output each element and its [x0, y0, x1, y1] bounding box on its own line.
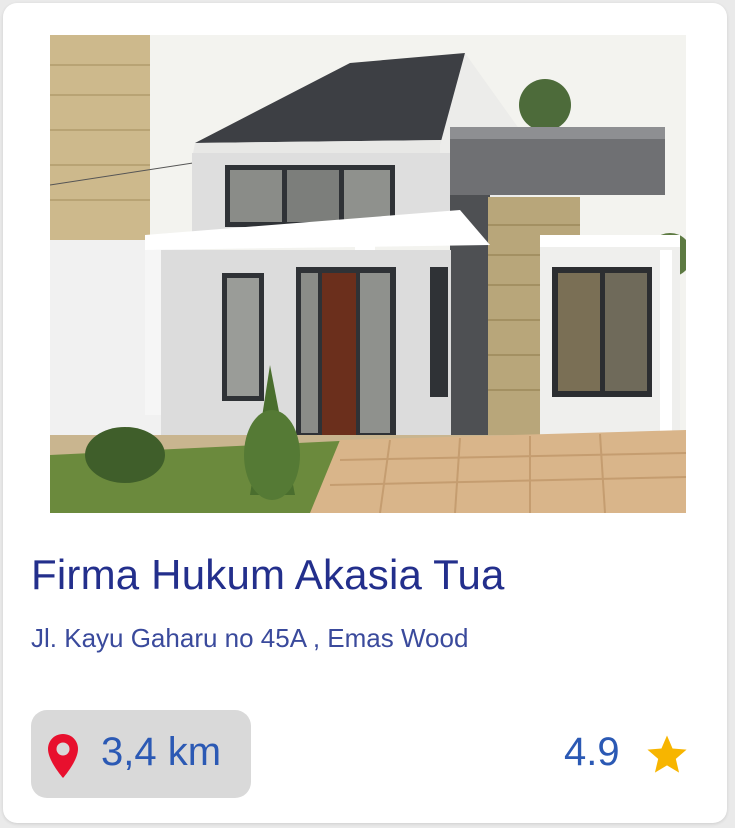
- map-pin-icon: [46, 732, 80, 780]
- house-illustration: [50, 35, 686, 513]
- place-card[interactable]: Firma Hukum Akasia Tua Jl. Kayu Gaharu n…: [3, 3, 727, 823]
- distance-chip[interactable]: 3,4 km: [31, 710, 251, 798]
- place-photo[interactable]: [50, 35, 686, 513]
- rating-value: 4.9: [564, 730, 620, 774]
- place-name[interactable]: Firma Hukum Akasia Tua: [31, 551, 505, 599]
- star-icon: [644, 732, 690, 778]
- place-address: Jl. Kayu Gaharu no 45A , Emas Wood: [31, 623, 469, 653]
- distance-value: 3,4 km: [101, 730, 222, 774]
